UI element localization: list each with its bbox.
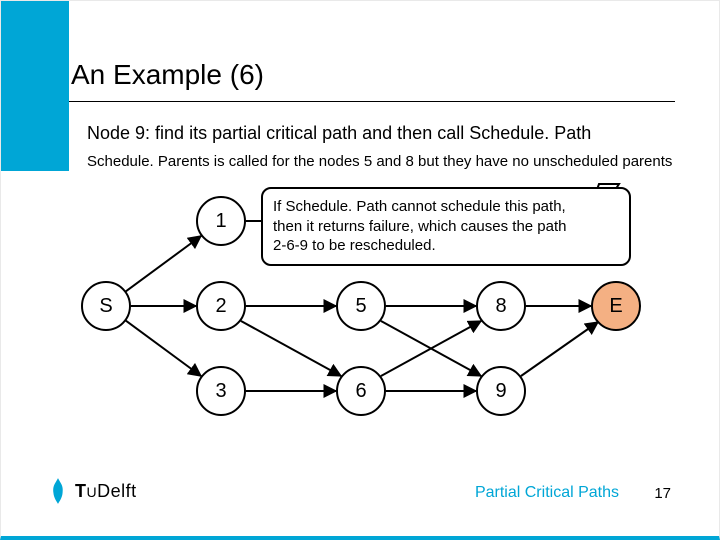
footer-logo: TUDelft [47,476,137,506]
callout-line-1: If Schedule. Path cannot schedule this p… [273,197,619,217]
callout-box: If Schedule. Path cannot schedule this p… [261,187,631,266]
node-5: 5 [336,281,386,331]
node-3: 3 [196,366,246,416]
logo-text: TUDelft [75,481,137,502]
node-8: 8 [476,281,526,331]
node-9: 9 [476,366,526,416]
node-1: 1 [196,196,246,246]
page-number: 17 [654,485,671,502]
slide-subtitle: Node 9: find its partial critical path a… [87,123,597,144]
node-6: 6 [336,366,386,416]
slide-note: Schedule. Parents is called for the node… [87,153,672,170]
tudelft-flame-icon [47,476,69,506]
node-e: E [591,281,641,331]
node-s: S [81,281,131,331]
callout-line-3: 2-6-9 to be rescheduled. [273,236,619,256]
callout-line-2: then it returns failure, which causes th… [273,217,619,237]
slide: An Example (6) Node 9: find its partial … [0,0,720,540]
title-rule [69,101,675,102]
node-2: 2 [196,281,246,331]
accent-bar [1,1,69,171]
footer-label: Partial Critical Paths [475,484,619,502]
slide-title: An Example (6) [69,59,266,91]
